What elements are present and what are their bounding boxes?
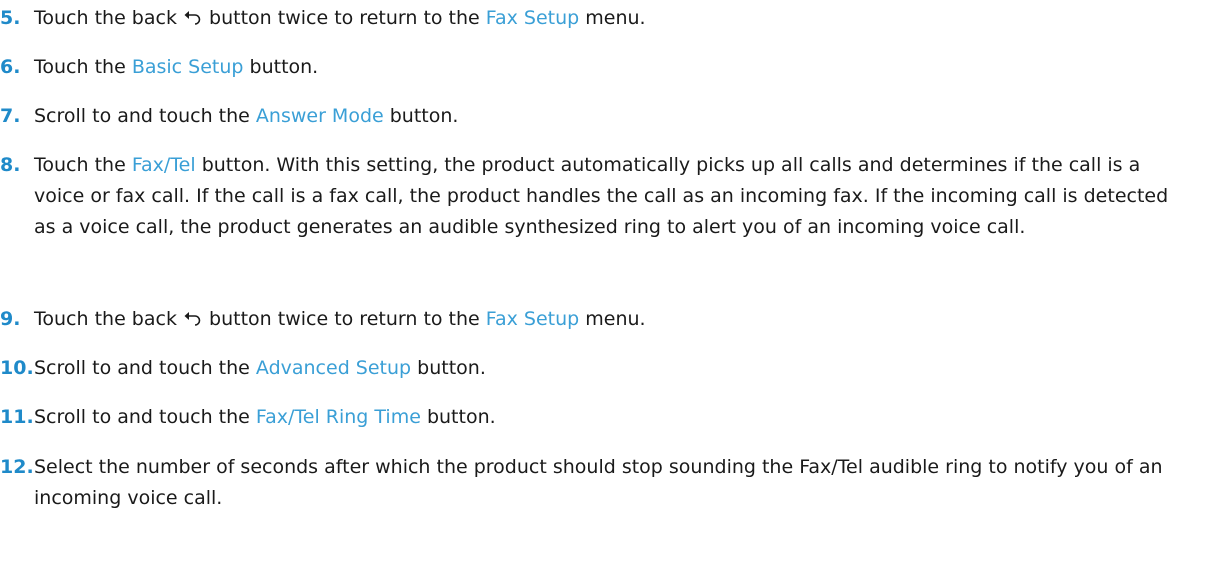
step-text: Scroll to and touch the Advanced Setup b…: [34, 353, 1194, 384]
step-text-part: button.: [249, 56, 319, 78]
step-text-part: button. With this setting, the product a…: [34, 154, 1169, 238]
back-arrow-icon: [183, 309, 203, 327]
step-text-part: Touch the: [34, 154, 126, 176]
step-text-part: button.: [426, 406, 496, 428]
step-text: Scroll to and touch the Fax/Tel Ring Tim…: [34, 402, 1194, 433]
step-number: 7.: [0, 105, 21, 127]
step-number: 6.: [0, 56, 21, 78]
step-number: 11.: [0, 406, 34, 428]
step-text-part: button twice to return to the: [209, 7, 480, 29]
step-text-part: menu.: [585, 7, 646, 29]
advanced-setup-menu-link: Advanced Setup: [255, 357, 412, 379]
fax-tel-ring-time-menu-link: Fax/Tel Ring Time: [255, 406, 421, 428]
step-text: Touch the back button twice to return to…: [34, 304, 1194, 335]
step-text-part: button.: [417, 357, 486, 379]
step-text-part: Select the number of seconds after which…: [34, 456, 1163, 509]
back-arrow-icon: [183, 8, 203, 26]
step-number: 5.: [0, 7, 21, 29]
step-text-part: Touch the back: [34, 7, 177, 29]
step-text-part: Scroll to and touch the: [34, 406, 250, 428]
fax-tel-menu-link: Fax/Tel: [131, 154, 196, 176]
step-text: Scroll to and touch the Answer Mode butt…: [34, 101, 1194, 132]
step-text-part: button.: [389, 105, 459, 127]
answer-mode-menu-link: Answer Mode: [255, 105, 384, 127]
step-text-part: Touch the: [34, 56, 126, 78]
step-text-part: Touch the back: [34, 308, 177, 330]
step-text-part: Scroll to and touch the: [34, 357, 250, 379]
step-text: Touch the Basic Setup button.: [34, 52, 1194, 83]
fax-setup-menu-link: Fax Setup: [485, 308, 580, 330]
step-text: Touch the back button twice to return to…: [34, 3, 1194, 34]
step-number: 10.: [0, 357, 34, 379]
step-text-part: Scroll to and touch the: [34, 105, 250, 127]
step-text: Select the number of seconds after which…: [34, 452, 1194, 514]
step-number: 12.: [0, 456, 34, 478]
basic-setup-menu-link: Basic Setup: [131, 56, 244, 78]
fax-setup-menu-link: Fax Setup: [485, 7, 580, 29]
step-number: 8.: [0, 154, 21, 176]
step-text-part: menu.: [585, 308, 646, 330]
step-text-part: button twice to return to the: [209, 308, 480, 330]
step-number: 9.: [0, 308, 21, 330]
step-text: Touch the Fax/Tel button. With this sett…: [34, 150, 1194, 243]
